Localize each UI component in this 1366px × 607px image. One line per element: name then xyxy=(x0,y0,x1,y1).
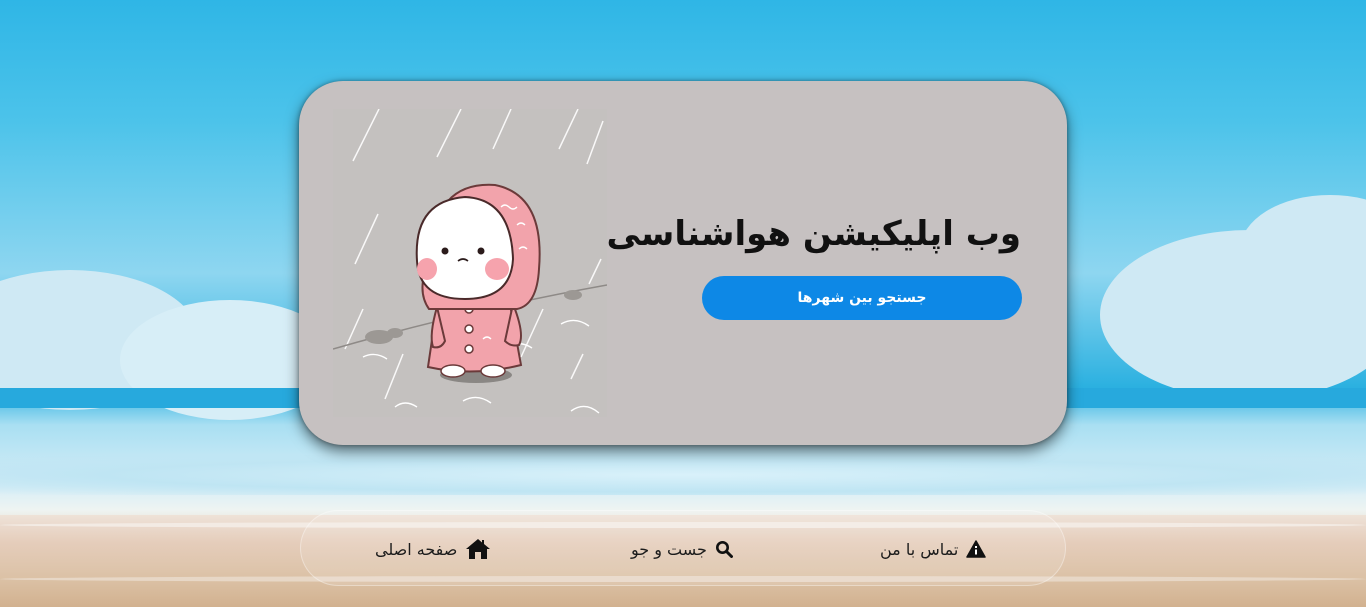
nav-item-label: تماس با من xyxy=(880,539,959,559)
nav-item-label: جست و جو xyxy=(631,539,707,559)
nav-item-search[interactable]: جست و جو xyxy=(631,537,733,561)
nav-item-home[interactable]: صفحه اصلی xyxy=(375,537,491,561)
page-title: وب اپلیکیشن هواشناسی xyxy=(606,214,1021,254)
nav-item-contact[interactable]: تماس با من xyxy=(880,537,987,561)
nav-item-label: صفحه اصلی xyxy=(375,539,458,559)
hero-card: وب اپلیکیشن هواشناسی جستجو بین شهرها xyxy=(299,81,1067,445)
search-cities-button[interactable]: جستجو بین شهرها xyxy=(702,276,1022,320)
hero-text: وب اپلیکیشن هواشناسی xyxy=(606,211,1021,257)
search-icon xyxy=(715,540,733,558)
bottom-nav: صفحه اصلی جست و جو تماس با من xyxy=(300,510,1066,586)
home-icon xyxy=(465,538,491,560)
rain-character-illustration xyxy=(333,109,607,417)
info-triangle-icon xyxy=(966,540,987,558)
